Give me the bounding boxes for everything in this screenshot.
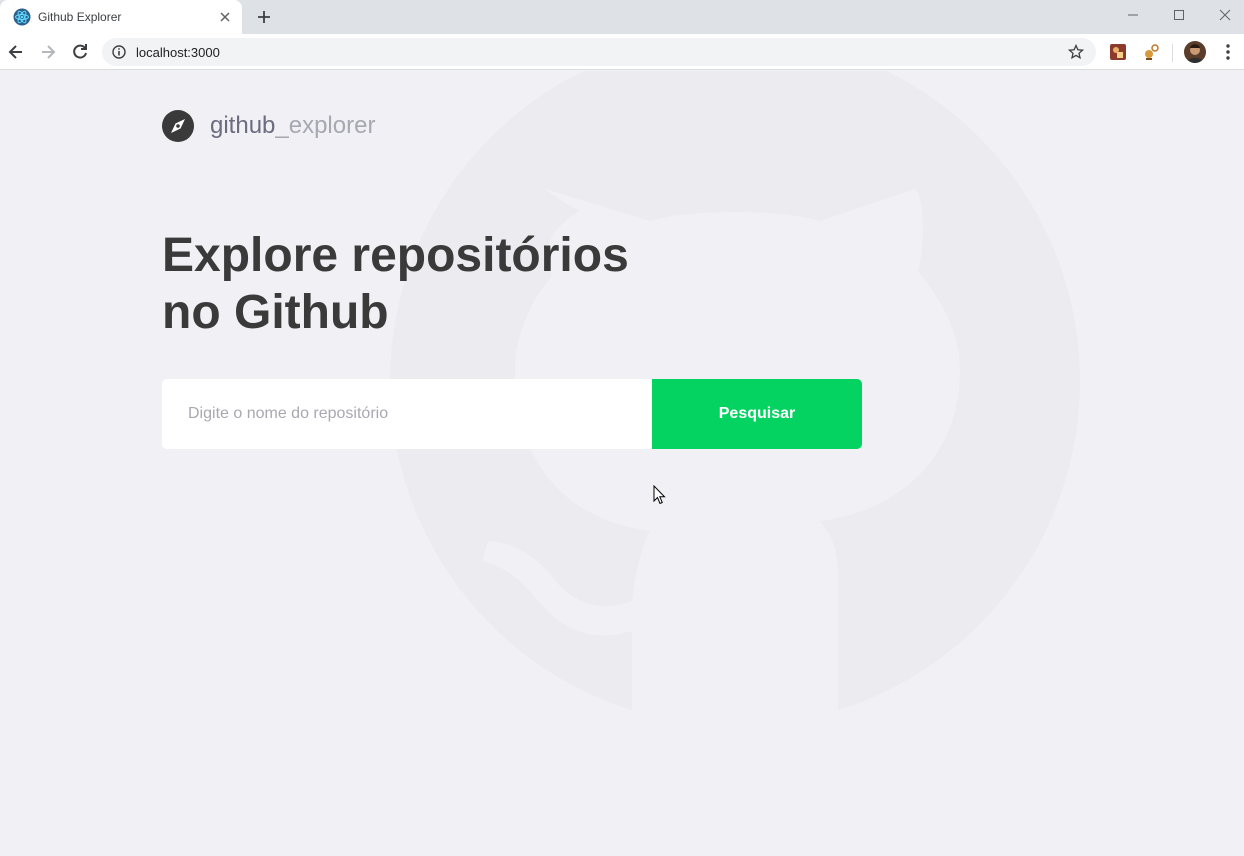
compass-icon xyxy=(162,110,194,142)
toolbar-divider xyxy=(1172,44,1173,62)
page-title-line-2: no Github xyxy=(162,286,389,339)
arrow-right-icon[interactable] xyxy=(38,42,58,62)
tab-title: Github Explorer xyxy=(38,10,122,24)
brand-name-light: _explorer xyxy=(275,112,376,139)
page-title-line-1: Explore repositórios xyxy=(162,229,629,282)
browser-tab[interactable]: Github Explorer xyxy=(0,0,242,34)
tab-strip: Github Explorer xyxy=(0,0,1244,34)
address-bar[interactable]: localhost:3000 xyxy=(102,38,1096,66)
avatar[interactable] xyxy=(1184,41,1206,63)
reload-icon[interactable] xyxy=(70,42,90,62)
window-close-icon[interactable] xyxy=(1202,0,1244,30)
close-icon[interactable] xyxy=(218,10,232,24)
extension-icon[interactable] xyxy=(1141,42,1161,62)
page-viewport: github_explorer Explore repositórios no … xyxy=(0,71,1244,856)
search-button[interactable]: Pesquisar xyxy=(652,379,862,449)
maximize-icon[interactable] xyxy=(1156,0,1202,30)
arrow-left-icon[interactable] xyxy=(6,42,26,62)
minimize-icon[interactable] xyxy=(1110,0,1156,30)
react-atom-icon xyxy=(13,8,31,26)
info-icon[interactable] xyxy=(112,45,126,59)
browser-toolbar: localhost:3000 xyxy=(0,34,1244,70)
extension-icon[interactable] xyxy=(1108,42,1128,62)
brand-logo: github_explorer xyxy=(162,110,375,142)
brand-name-strong: github xyxy=(210,112,276,139)
repository-search-input[interactable] xyxy=(162,379,652,449)
mouse-cursor-icon xyxy=(653,485,666,505)
repository-search-form: Pesquisar xyxy=(162,379,862,449)
url-text[interactable]: localhost:3000 xyxy=(136,45,220,60)
page-title: Explore repositórios no Github xyxy=(162,227,642,341)
plus-icon[interactable] xyxy=(256,9,272,25)
star-icon[interactable] xyxy=(1067,43,1085,60)
browser-window: Github Explorer localhost:3000 github_ex… xyxy=(0,0,1244,856)
kebab-menu-icon[interactable] xyxy=(1220,42,1236,62)
brand-name: github_explorer xyxy=(210,110,375,142)
